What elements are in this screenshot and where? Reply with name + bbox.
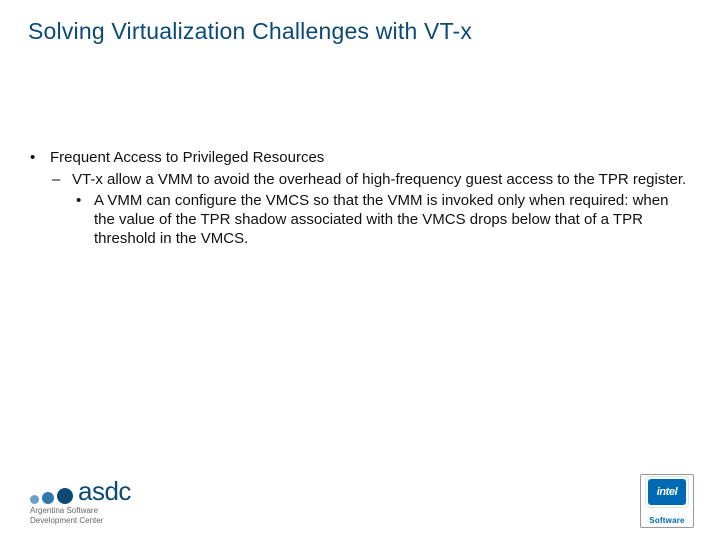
bullet-list-lvl2: VT-x allow a VMM to avoid the overhead o…	[50, 170, 692, 249]
intel-logo-icon: intel	[648, 479, 686, 505]
asdc-caption: Argentina Software Development Center	[30, 506, 131, 526]
asdc-caption-line1: Argentina Software	[30, 506, 98, 515]
bullet-list-lvl3: A VMM can configure the VMCS so that the…	[72, 191, 692, 249]
slide-body: Frequent Access to Privileged Resources …	[28, 148, 692, 248]
asdc-logo-mark: asdc	[30, 478, 131, 504]
slide-title: Solving Virtualization Challenges with V…	[28, 18, 692, 44]
bullet-text-lvl2: VT-x allow a VMM to avoid the overhead o…	[72, 171, 686, 188]
list-item: Frequent Access to Privileged Resources …	[28, 148, 692, 248]
dot-icon	[57, 488, 73, 504]
bullet-text-lvl1: Frequent Access to Privileged Resources	[50, 149, 324, 166]
asdc-logo: asdc Argentina Software Development Cent…	[30, 478, 131, 526]
intel-brand-text: intel	[657, 486, 678, 498]
bullet-text-lvl3: A VMM can configure the VMCS so that the…	[94, 192, 668, 247]
dot-icon	[30, 495, 39, 504]
slide: Solving Virtualization Challenges with V…	[0, 0, 720, 540]
list-item: A VMM can configure the VMCS so that the…	[72, 191, 692, 249]
intel-software-badge: intel Software	[640, 474, 694, 528]
slide-footer: asdc Argentina Software Development Cent…	[0, 458, 720, 540]
list-item: VT-x allow a VMM to avoid the overhead o…	[50, 170, 692, 249]
asdc-caption-line2: Development Center	[30, 516, 103, 525]
intel-software-label: Software	[649, 516, 684, 525]
bullet-list-lvl1: Frequent Access to Privileged Resources …	[28, 148, 692, 248]
asdc-wordmark: asdc	[78, 478, 131, 504]
dot-icon	[42, 492, 54, 504]
